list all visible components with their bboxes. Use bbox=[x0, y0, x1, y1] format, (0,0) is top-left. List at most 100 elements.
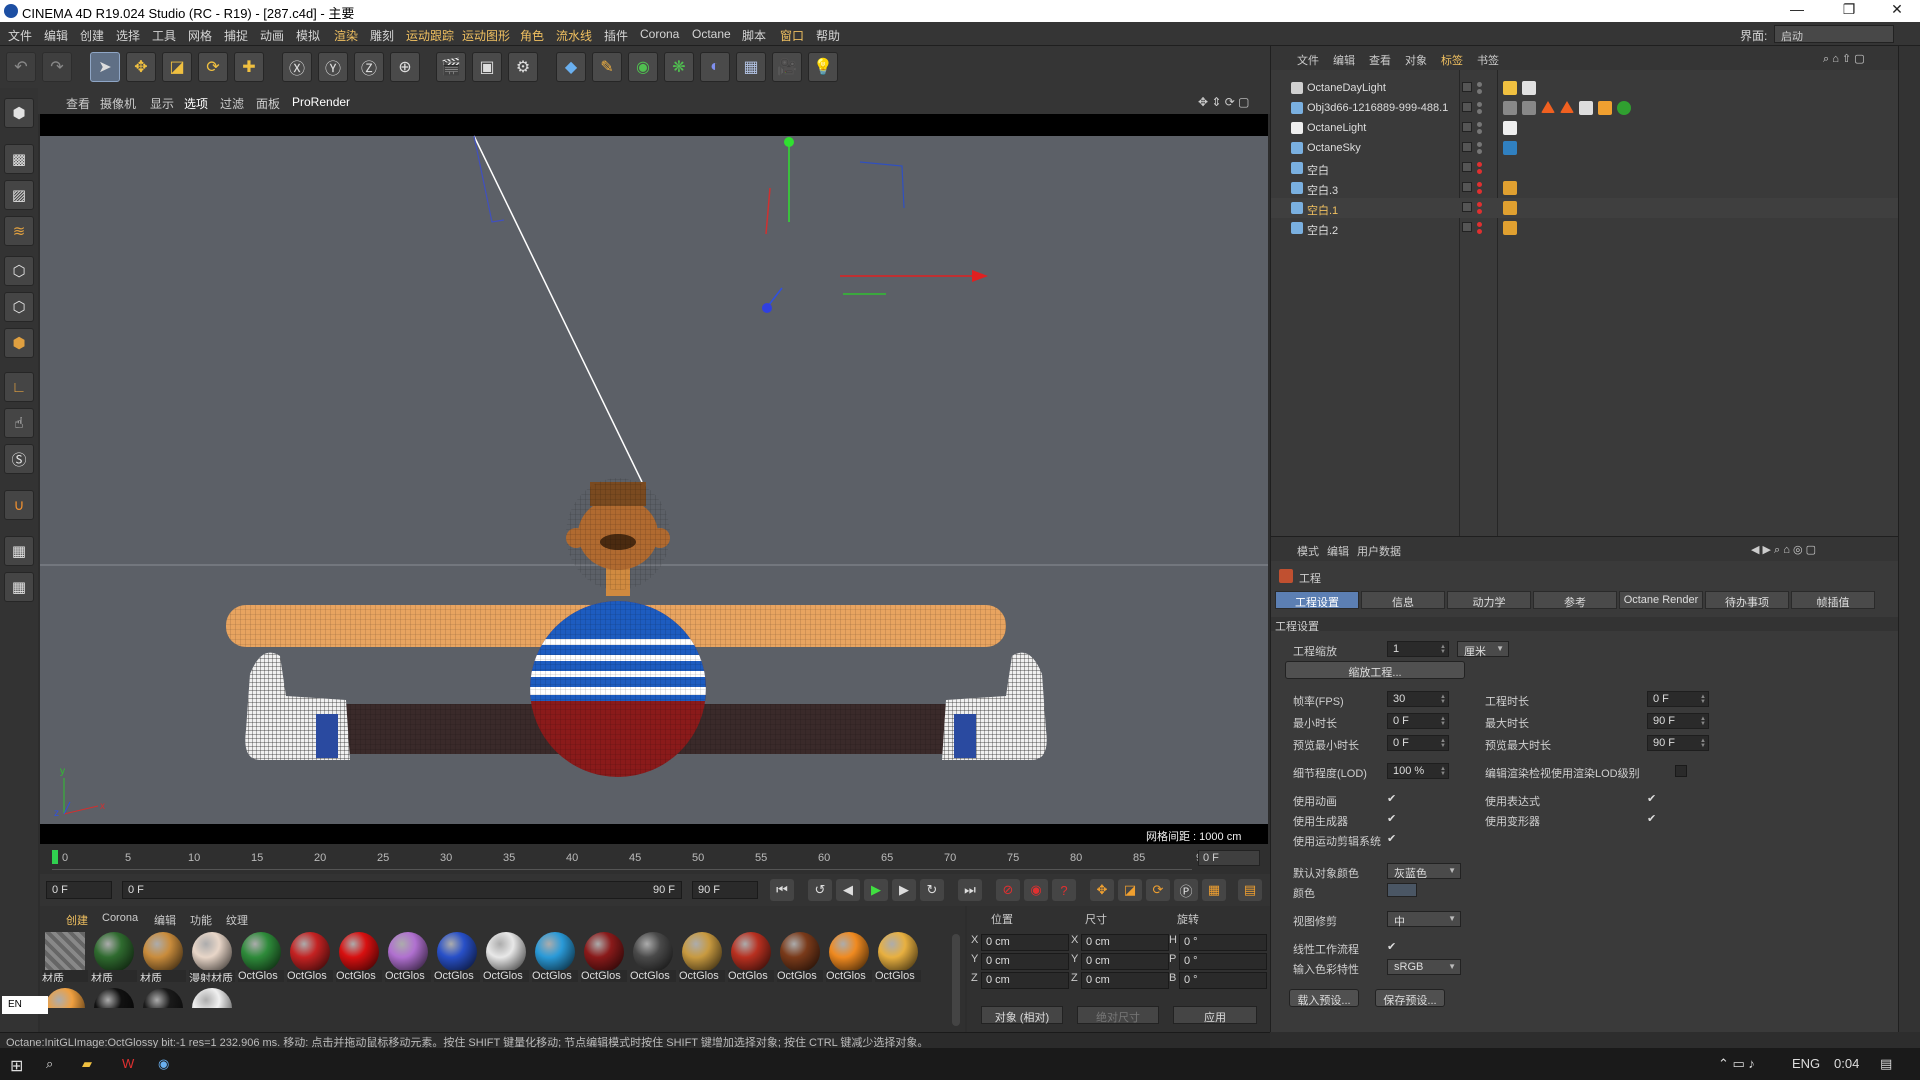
menu-simulate[interactable]: 模拟 bbox=[296, 27, 320, 44]
render-picture-icon[interactable]: ▣ bbox=[472, 52, 502, 82]
material-swatch[interactable]: OctGlos bbox=[532, 930, 578, 982]
tray-icons[interactable]: ⌃ ▭ ♪ bbox=[1718, 1056, 1755, 1072]
viewport-menu-options[interactable]: 选项 bbox=[184, 95, 208, 112]
record-icon[interactable]: ⊘ bbox=[996, 879, 1020, 901]
material-swatch[interactable]: OctGlos bbox=[728, 930, 774, 982]
menu-character[interactable]: 角色 bbox=[520, 27, 544, 44]
floor-icon[interactable]: ▦ bbox=[736, 52, 766, 82]
layer-toggle[interactable] bbox=[1462, 182, 1472, 192]
object-name[interactable]: OctaneDayLight bbox=[1307, 82, 1386, 94]
mat-menu-texture[interactable]: 纹理 bbox=[226, 912, 248, 928]
deformer-icon[interactable]: ◐ bbox=[700, 52, 730, 82]
fps-field[interactable]: 30 bbox=[1387, 691, 1449, 707]
material-swatch[interactable]: 材质 bbox=[140, 930, 186, 982]
polygons-mode-icon[interactable]: ⬢ bbox=[4, 328, 34, 358]
menu-motion-tracking[interactable]: 运动跟踪 bbox=[406, 27, 454, 44]
workplane-icon[interactable]: ≋ bbox=[4, 216, 34, 246]
menu-edit[interactable]: 编辑 bbox=[44, 27, 68, 44]
min-time-field[interactable]: 0 F bbox=[1387, 713, 1449, 729]
object-row[interactable]: Obj3d66-1216889-999-488.1 bbox=[1271, 98, 1899, 118]
lock-workplane-icon[interactable]: ▦ bbox=[4, 536, 34, 566]
material-swatch[interactable]: OctGlos bbox=[679, 930, 725, 982]
size-field[interactable]: 0 cm bbox=[1081, 934, 1169, 951]
key-rotation-icon[interactable]: ⟳ bbox=[1146, 879, 1170, 901]
position-field[interactable]: 0 cm bbox=[981, 972, 1069, 989]
prev-frame-icon[interactable]: ◀ bbox=[836, 879, 860, 901]
editor-visibility-dot[interactable] bbox=[1477, 202, 1482, 207]
rotation-field[interactable]: 0 ° bbox=[1179, 953, 1267, 970]
next-key-icon[interactable]: ↻ bbox=[920, 879, 944, 901]
render-visibility-dot[interactable] bbox=[1477, 169, 1482, 174]
menu-mesh[interactable]: 网格 bbox=[188, 27, 212, 44]
object-name[interactable]: 空白.3 bbox=[1307, 182, 1338, 198]
planar-workplane-icon[interactable]: ▦ bbox=[4, 572, 34, 602]
viewport-menu-view[interactable]: 查看 bbox=[66, 95, 90, 112]
render-visibility-dot[interactable] bbox=[1477, 189, 1482, 194]
object-row[interactable]: 空白.2 bbox=[1271, 218, 1899, 238]
editor-visibility-dot[interactable] bbox=[1477, 82, 1482, 87]
color-swatch[interactable] bbox=[1387, 883, 1417, 897]
cube-icon[interactable]: ◆ bbox=[556, 52, 586, 82]
object-row[interactable]: 空白.1 bbox=[1271, 198, 1899, 218]
input-language-badge[interactable]: EN bbox=[2, 996, 48, 1014]
use-generators-checkbox[interactable]: ✔ bbox=[1387, 813, 1399, 825]
layer-toggle[interactable] bbox=[1462, 102, 1472, 112]
key-param-icon[interactable]: Ⓟ bbox=[1174, 879, 1198, 901]
default-color-select[interactable]: 灰蓝色 bbox=[1387, 863, 1461, 880]
scale-unit-select[interactable]: 厘米 bbox=[1457, 641, 1509, 658]
attr-tab[interactable]: 参考 bbox=[1533, 591, 1617, 609]
editor-visibility-dot[interactable] bbox=[1477, 222, 1482, 227]
scale-field[interactable]: 1 bbox=[1387, 641, 1449, 657]
apply-button[interactable]: 应用 bbox=[1173, 1006, 1257, 1024]
go-to-end-icon[interactable]: ⏭ bbox=[958, 879, 982, 901]
material-swatch[interactable]: OctGlos bbox=[336, 930, 382, 982]
axis-mode-icon[interactable]: ∟ bbox=[4, 372, 34, 402]
position-field[interactable]: 0 cm bbox=[981, 953, 1069, 970]
rotate-icon[interactable]: ⟳ bbox=[198, 52, 228, 82]
object-tag-icon[interactable] bbox=[1503, 81, 1517, 95]
camera-icon[interactable]: 🎥 bbox=[772, 52, 802, 82]
layer-toggle[interactable] bbox=[1462, 122, 1472, 132]
om-menu-tags[interactable]: 标签 bbox=[1441, 52, 1463, 68]
editor-visibility-dot[interactable] bbox=[1477, 122, 1482, 127]
current-frame-field[interactable]: 0 F bbox=[1198, 850, 1260, 866]
object-row[interactable]: OctaneSky bbox=[1271, 138, 1899, 158]
solo-icon[interactable]: Ⓢ bbox=[4, 444, 34, 474]
size-field[interactable]: 0 cm bbox=[1081, 972, 1169, 989]
object-name[interactable]: Obj3d66-1216889-999-488.1 bbox=[1307, 102, 1448, 114]
material-swatch[interactable] bbox=[91, 986, 137, 1008]
menu-script[interactable]: 脚本 bbox=[742, 27, 766, 44]
world-coord-icon[interactable]: ⊕ bbox=[390, 52, 420, 82]
attr-menu-mode[interactable]: 模式 bbox=[1297, 543, 1319, 559]
attr-menu-userdata[interactable]: 用户数据 bbox=[1357, 543, 1401, 559]
mat-menu-create[interactable]: 创建 bbox=[66, 912, 88, 928]
menu-plugins[interactable]: 插件 bbox=[604, 27, 628, 44]
use-expressions-checkbox[interactable]: ✔ bbox=[1647, 793, 1659, 805]
attr-menu-edit[interactable]: 编辑 bbox=[1327, 543, 1349, 559]
object-tag-icon[interactable] bbox=[1503, 141, 1517, 155]
attr-nav-icons[interactable]: ◀ ▶ ⌕ ⌂ ◎ ▢ bbox=[1751, 543, 1816, 557]
viewport-nav-icons[interactable]: ✥ ⇕ ⟳ ▢ bbox=[1198, 95, 1250, 109]
material-swatch[interactable]: OctGlos bbox=[287, 930, 333, 982]
material-swatch[interactable] bbox=[140, 986, 186, 1008]
material-swatch[interactable]: 材质 bbox=[91, 930, 137, 982]
render-settings-icon[interactable]: ⚙ bbox=[508, 52, 538, 82]
x-axis-icon[interactable]: Ⓧ bbox=[282, 52, 312, 82]
y-axis-icon[interactable]: Ⓨ bbox=[318, 52, 348, 82]
menu-sculpt[interactable]: 雕刻 bbox=[370, 27, 394, 44]
material-swatch[interactable]: OctGlos bbox=[434, 930, 480, 982]
object-tag-icon[interactable] bbox=[1617, 101, 1631, 115]
render-visibility-dot[interactable] bbox=[1477, 89, 1482, 94]
timeline-window-icon[interactable]: ▤ bbox=[1238, 879, 1262, 901]
material-scrollbar[interactable] bbox=[952, 934, 960, 1026]
rotation-field[interactable]: 0 ° bbox=[1179, 972, 1267, 989]
layout-select[interactable]: 启动 bbox=[1774, 25, 1894, 43]
model-mode-icon[interactable]: ▩ bbox=[4, 144, 34, 174]
preview-min-field[interactable]: 0 F bbox=[1387, 735, 1449, 751]
editor-visibility-dot[interactable] bbox=[1477, 142, 1482, 147]
wps-icon[interactable]: W bbox=[122, 1056, 134, 1071]
viewport-menu-display[interactable]: 显示 bbox=[150, 95, 174, 112]
load-preset-button[interactable]: 载入预设... bbox=[1289, 989, 1359, 1007]
max-time-field[interactable]: 90 F bbox=[1647, 713, 1709, 729]
light-icon[interactable]: 💡 bbox=[808, 52, 838, 82]
